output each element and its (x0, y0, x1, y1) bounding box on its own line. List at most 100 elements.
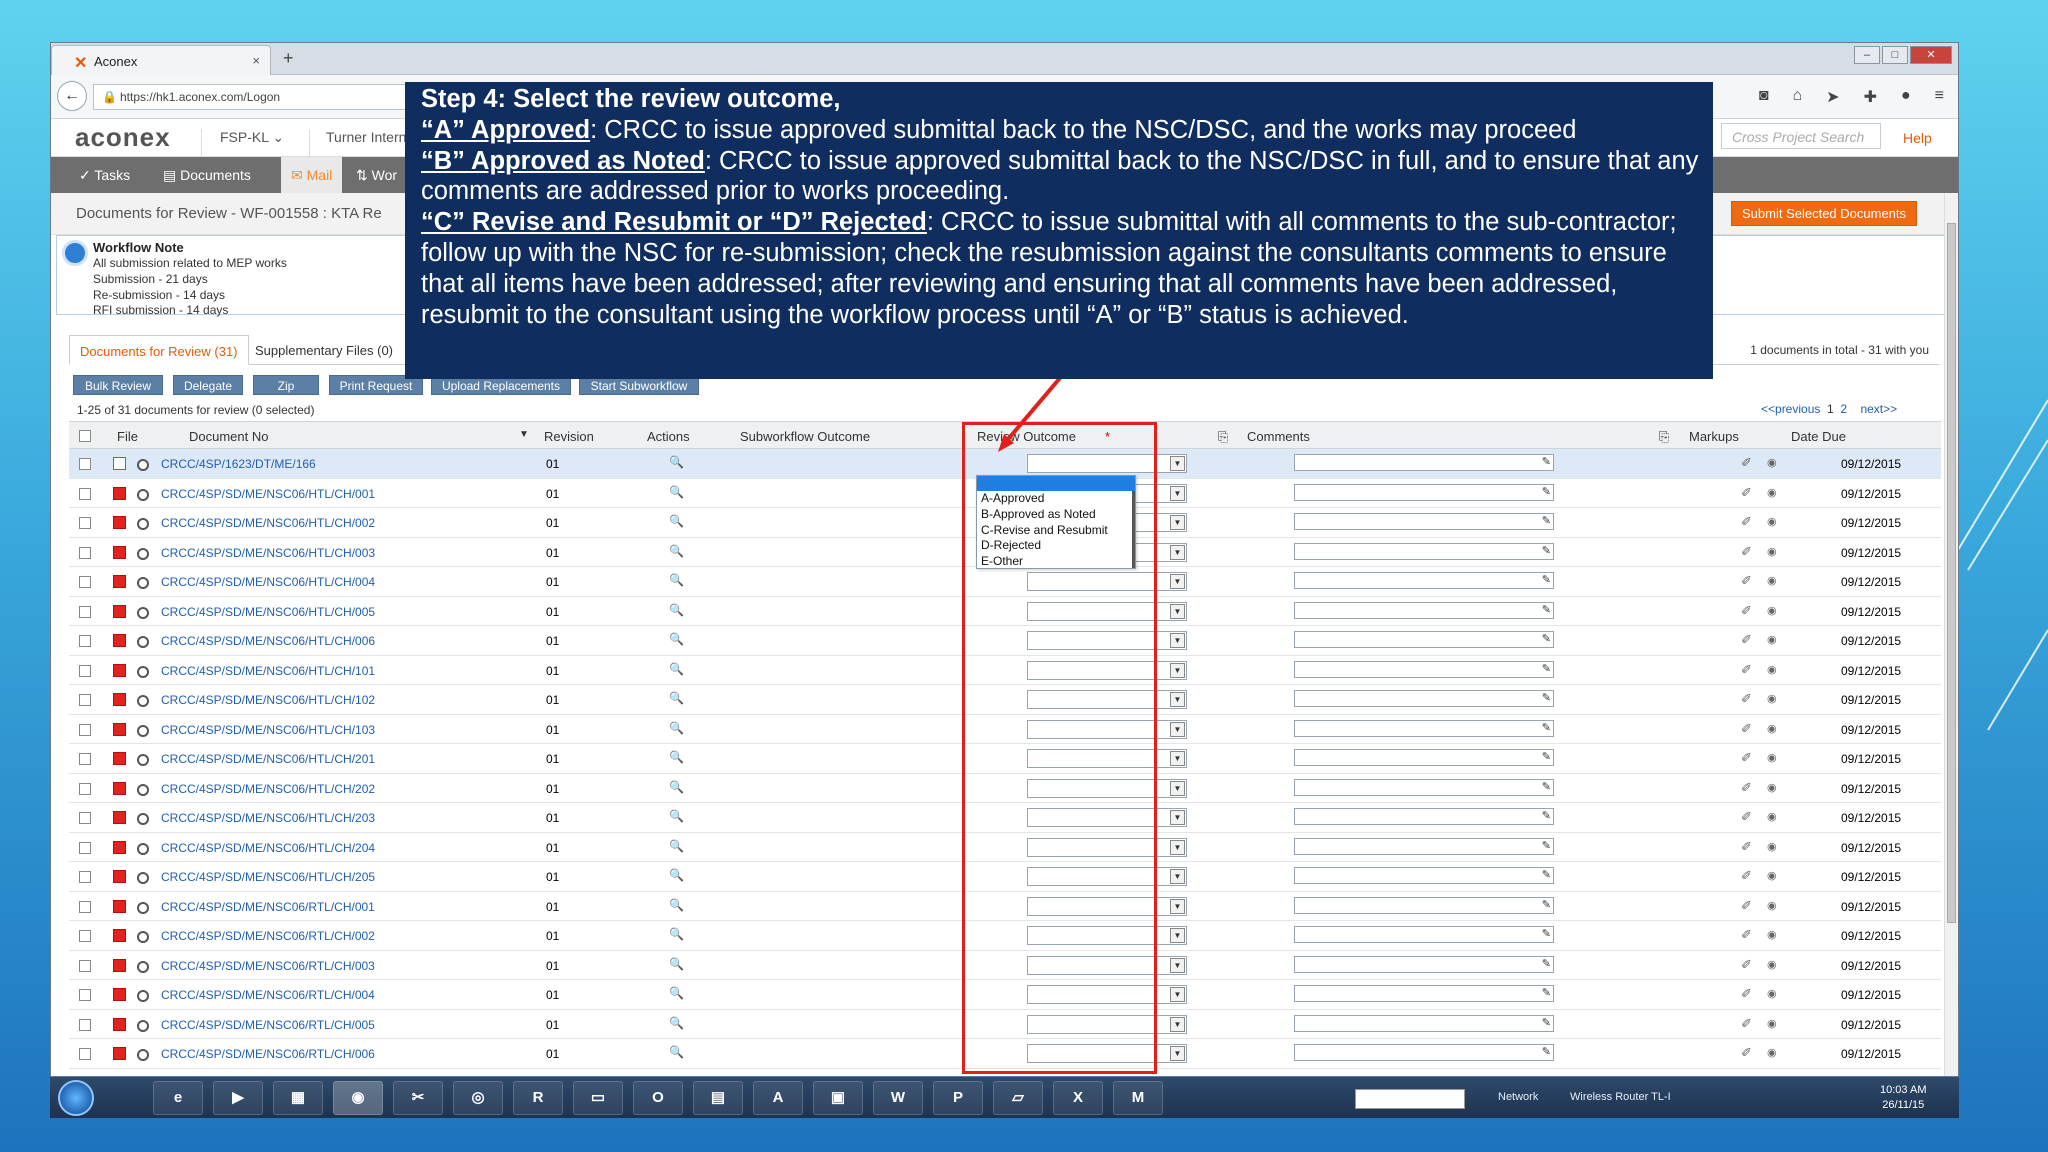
edit-icon[interactable]: ✎ (1542, 691, 1551, 704)
copy-icon[interactable]: ⎘ (1218, 429, 1228, 445)
expand-icon[interactable] (137, 1049, 149, 1061)
document-number-link[interactable]: CRCC/4SP/SD/ME/NSC06/RTL/CH/002 (161, 929, 375, 943)
row-checkbox[interactable] (79, 900, 91, 913)
edit-icon[interactable]: ✎ (1542, 927, 1551, 940)
markup-pencil-icon[interactable]: ✐ (1741, 573, 1752, 589)
comments-input[interactable]: ✎ (1294, 513, 1554, 530)
markup-pencil-icon[interactable]: ✐ (1741, 986, 1752, 1002)
menu-workflows[interactable]: ⇅ Wor (356, 167, 397, 184)
chevron-down-icon[interactable]: ▼ (1170, 751, 1185, 766)
markup-pencil-icon[interactable]: ✐ (1741, 544, 1752, 560)
comments-input[interactable]: ✎ (1294, 483, 1554, 501)
close-tab-icon[interactable]: × (252, 53, 260, 68)
expand-icon[interactable] (137, 459, 149, 471)
folder-icon[interactable]: ▣ (813, 1081, 863, 1115)
pdf-file-icon[interactable] (113, 958, 126, 972)
pdf-file-icon[interactable] (113, 722, 126, 736)
send-icon[interactable]: ➤ (1826, 87, 1839, 107)
expand-icon[interactable] (137, 636, 149, 648)
comments-input[interactable]: ✎ (1294, 778, 1554, 796)
view-action-icon[interactable]: 🔍 (669, 839, 684, 853)
edit-icon[interactable]: ✎ (1542, 780, 1551, 793)
pdf-file-icon[interactable] (113, 840, 126, 854)
tab-documents-for-review[interactable]: Documents for Review (31) (69, 335, 249, 365)
outlook-icon[interactable]: O (633, 1081, 683, 1115)
column-revision[interactable]: Revision (544, 429, 594, 444)
view-eye-icon[interactable]: ◉ (1767, 633, 1777, 646)
comments-input[interactable]: ✎ (1294, 690, 1554, 707)
menu-tasks[interactable]: ✓ Tasks (79, 167, 130, 184)
pdf-file-icon[interactable] (113, 899, 126, 913)
submit-selected-documents-button[interactable]: Submit Selected Documents (1731, 201, 1918, 226)
comments-input[interactable]: ✎ (1294, 955, 1554, 973)
document-number-link[interactable]: CRCC/4SP/SD/ME/NSC06/HTL/CH/204 (161, 841, 375, 855)
mcafee-icon[interactable]: M (1113, 1081, 1163, 1115)
comments-input[interactable]: ✎ (1294, 454, 1554, 471)
document-number-link[interactable]: CRCC/4SP/SD/ME/NSC06/HTL/CH/203 (161, 811, 375, 825)
edit-icon[interactable]: ✎ (1542, 573, 1551, 586)
view-eye-icon[interactable]: ◉ (1767, 751, 1777, 764)
row-checkbox[interactable] (79, 1048, 91, 1060)
view-eye-icon[interactable]: ◉ (1767, 722, 1777, 735)
pdf-file-icon[interactable] (113, 752, 126, 765)
home-icon[interactable]: ⌂ (1793, 87, 1803, 107)
row-checkbox[interactable] (79, 635, 91, 647)
pdf-file-icon[interactable] (113, 516, 126, 529)
edit-icon[interactable]: ✎ (1542, 721, 1551, 734)
view-action-icon[interactable]: 🔍 (669, 809, 684, 823)
markup-pencil-icon[interactable]: ✐ (1741, 603, 1752, 619)
edit-icon[interactable]: ✎ (1542, 632, 1551, 645)
column-comments[interactable]: Comments (1247, 429, 1310, 444)
edit-icon[interactable]: ✎ (1542, 868, 1551, 881)
document-number-link[interactable]: CRCC/4SP/SD/ME/NSC06/HTL/CH/003 (161, 546, 375, 560)
view-eye-icon[interactable]: ◉ (1767, 604, 1777, 617)
close-window-button[interactable]: ✕ (1910, 46, 1952, 64)
expand-icon[interactable] (137, 606, 149, 619)
edit-icon[interactable]: ✎ (1542, 898, 1551, 911)
expand-icon[interactable] (137, 665, 149, 678)
edit-icon[interactable]: ✎ (1542, 603, 1551, 616)
document-number-link[interactable]: CRCC/4SP/SD/ME/NSC06/RTL/CH/005 (161, 1018, 375, 1032)
chevron-down-icon[interactable]: ▼ (1170, 1046, 1185, 1061)
row-checkbox[interactable] (79, 930, 91, 942)
screen-tool-icon[interactable]: ▱ (993, 1081, 1043, 1115)
document-number-link[interactable]: CRCC/4SP/SD/ME/NSC06/HTL/CH/101 (161, 664, 375, 678)
pdf-file-icon[interactable] (113, 929, 126, 942)
help-link[interactable]: Help (1903, 130, 1932, 146)
document-number-link[interactable]: CRCC/4SP/SD/ME/NSC06/RTL/CH/003 (161, 959, 375, 973)
row-checkbox[interactable] (79, 989, 91, 1001)
chevron-down-icon[interactable]: ▼ (1170, 810, 1185, 825)
expand-icon[interactable] (137, 813, 149, 825)
expand-icon[interactable] (137, 577, 149, 589)
row-checkbox[interactable] (79, 458, 91, 470)
comments-input[interactable]: ✎ (1294, 631, 1554, 648)
markup-pencil-icon[interactable]: ✐ (1741, 691, 1752, 707)
view-action-icon[interactable]: 🔍 (669, 603, 684, 617)
media-player-icon[interactable]: ▶ (213, 1081, 263, 1115)
view-eye-icon[interactable]: ◉ (1767, 692, 1777, 705)
edit-icon[interactable]: ✎ (1542, 1045, 1551, 1058)
comments-input[interactable]: ✎ (1294, 719, 1554, 737)
document-number-link[interactable]: CRCC/4SP/SD/ME/NSC06/HTL/CH/004 (161, 575, 375, 589)
pocket-icon[interactable]: ◙ (1759, 87, 1769, 107)
organization-name[interactable]: Turner Intern (309, 129, 406, 157)
view-action-icon[interactable]: 🔍 (669, 927, 684, 941)
expand-icon[interactable] (137, 695, 149, 707)
chrome-icon[interactable]: ◎ (453, 1081, 503, 1115)
view-eye-icon[interactable]: ◉ (1767, 1017, 1777, 1030)
row-checkbox[interactable] (79, 605, 91, 618)
presentation-icon[interactable]: ▭ (573, 1081, 623, 1115)
view-eye-icon[interactable]: ◉ (1767, 840, 1777, 853)
row-checkbox[interactable] (79, 782, 91, 795)
view-action-icon[interactable]: 🔍 (669, 573, 684, 587)
document-number-link[interactable]: CRCC/4SP/SD/ME/NSC06/HTL/CH/102 (161, 693, 375, 707)
select-all-checkbox[interactable] (79, 430, 91, 442)
edit-icon[interactable]: ✎ (1542, 662, 1551, 675)
markup-pencil-icon[interactable]: ✐ (1741, 898, 1752, 914)
edit-icon[interactable]: ✎ (1542, 514, 1551, 527)
expand-icon[interactable] (137, 488, 149, 501)
chevron-down-icon[interactable]: ▼ (1170, 515, 1185, 530)
pdf-file-icon[interactable] (113, 781, 126, 795)
view-eye-icon[interactable]: ◉ (1767, 958, 1777, 971)
markup-pencil-icon[interactable]: ✐ (1741, 662, 1752, 678)
